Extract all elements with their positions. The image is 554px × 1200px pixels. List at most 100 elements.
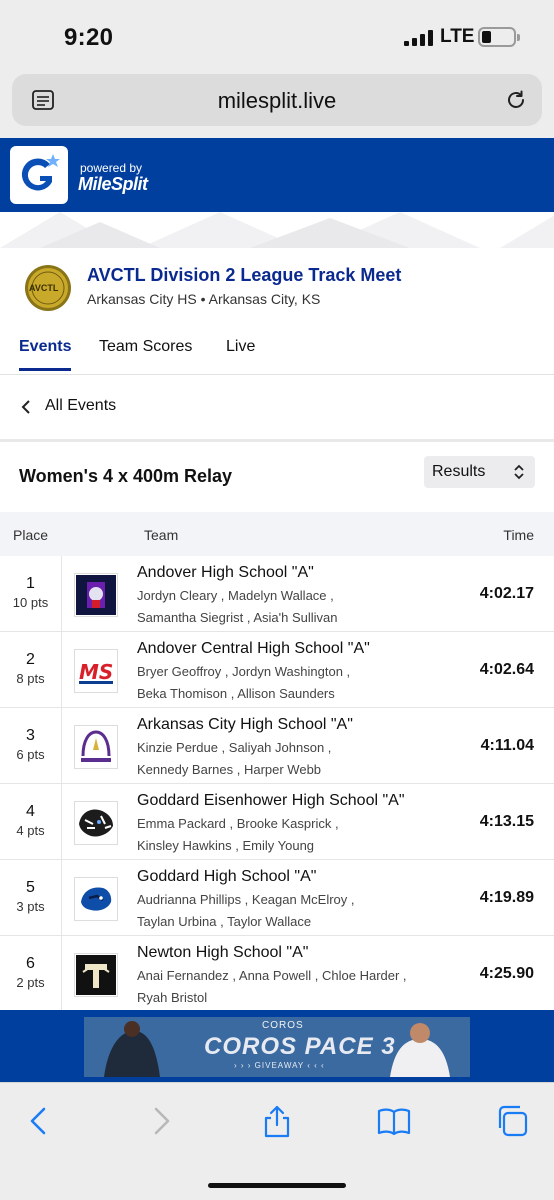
team-name[interactable]: Newton High School "A" xyxy=(137,944,308,962)
view-select-value: Results xyxy=(432,463,486,480)
athletes-line: Ryah Bristol xyxy=(137,990,208,1005)
status-bar: 9:20 LTE xyxy=(0,0,554,70)
reload-icon[interactable] xyxy=(504,88,528,112)
place-number: 1 xyxy=(26,575,35,592)
chevron-left-icon xyxy=(21,400,30,414)
team-name[interactable]: Arkansas City High School "A" xyxy=(137,716,353,734)
meet-location: Arkansas City HS • Arkansas City, KS xyxy=(87,291,321,307)
tab-team-scores[interactable]: Team Scores xyxy=(99,338,192,356)
ad-strip: COROS COROS PACE 3 › › › GIVEAWAY ‹ ‹ ‹ xyxy=(0,1010,554,1082)
battery-icon xyxy=(478,27,520,47)
points: 10 pts xyxy=(12,595,49,610)
team-name[interactable]: Goddard Eisenhower High School "A" xyxy=(137,792,405,810)
brand-header: powered by MileSplit xyxy=(0,138,554,212)
athletes-line: Jordyn Cleary , Madelyn Wallace , xyxy=(137,588,334,603)
team-name[interactable]: Andover High School "A" xyxy=(137,564,314,582)
athletes-line: Emma Packard , Brooke Kasprick , xyxy=(137,816,339,831)
forward-icon[interactable] xyxy=(142,1103,178,1139)
select-arrows-icon xyxy=(514,464,524,480)
avctl-logo-text: AVCTL xyxy=(29,283,59,293)
place-number: 2 xyxy=(26,651,35,668)
result-time: 4:25.90 xyxy=(479,965,534,982)
view-select[interactable]: Results xyxy=(424,456,535,488)
ad-brand: COROS xyxy=(262,1020,304,1031)
track-field-logo-icon xyxy=(74,725,118,769)
place-cell: 4 4 pts xyxy=(0,784,62,860)
milesplit-wordmark: MileSplit xyxy=(78,174,148,194)
ad-subtitle: › › › GIVEAWAY ‹ ‹ ‹ xyxy=(234,1061,325,1070)
signal-icon xyxy=(404,30,434,46)
browser-toolbar xyxy=(0,1082,554,1200)
svg-text:MS: MS xyxy=(79,660,113,684)
athletes-line: Anai Fernandez , Anna Powell , Chloe Har… xyxy=(137,968,407,983)
athletes-line: Audrianna Phillips , Keagan McElroy , xyxy=(137,892,355,907)
table-header: Place Team Time xyxy=(0,512,554,556)
athletes-line: Kennedy Barnes , Harper Webb xyxy=(137,762,322,777)
results-card: Women's 4 x 400m Relay Results Place Tea… xyxy=(0,442,554,1012)
bookmarks-icon[interactable] xyxy=(376,1103,412,1139)
network-label: LTE xyxy=(440,26,475,47)
event-title: Women's 4 x 400m Relay xyxy=(19,466,233,486)
result-time: 4:13.15 xyxy=(479,813,534,830)
table-row[interactable]: 4 4 pts Goddard Eisenhower High School "… xyxy=(0,784,554,860)
team-name[interactable]: Andover Central High School "A" xyxy=(137,640,370,658)
athletes-line: Beka Thomison , Allison Saunders xyxy=(137,686,335,701)
place-cell: 6 2 pts xyxy=(0,936,62,1012)
points: 4 pts xyxy=(16,823,45,838)
tabs-icon[interactable] xyxy=(494,1103,530,1139)
header-place: Place xyxy=(13,527,49,543)
ms-logo-icon: MS xyxy=(74,649,118,693)
table-row[interactable]: 5 3 pts Goddard High School "A" Audriann… xyxy=(0,860,554,936)
newton-logo-icon xyxy=(74,953,118,997)
athletes-line: Bryer Geoffroy , Jordyn Washington , xyxy=(137,664,351,679)
header-time: Time xyxy=(503,527,534,543)
place-number: 5 xyxy=(26,879,35,896)
home-indicator xyxy=(208,1183,346,1188)
milesplit-logo[interactable] xyxy=(10,146,68,204)
result-time: 4:02.64 xyxy=(479,661,534,678)
points: 6 pts xyxy=(16,747,45,762)
coros-ad-banner[interactable]: COROS COROS PACE 3 › › › GIVEAWAY ‹ ‹ ‹ xyxy=(84,1017,470,1077)
place-number: 4 xyxy=(26,803,35,820)
andover-logo-icon xyxy=(74,573,118,617)
panther-logo-icon xyxy=(74,877,118,921)
all-events-link[interactable]: All Events xyxy=(0,375,554,439)
decorative-pattern xyxy=(0,212,554,248)
place-number: 6 xyxy=(26,955,35,972)
address-bar[interactable]: milesplit.live xyxy=(12,74,542,126)
all-events-label: All Events xyxy=(45,397,117,414)
place-cell: 5 3 pts xyxy=(0,860,62,936)
result-time: 4:11.04 xyxy=(480,737,534,754)
share-icon[interactable] xyxy=(259,1103,295,1139)
athletes-line: Kinsley Hawkins , Emily Young xyxy=(137,838,315,853)
points: 3 pts xyxy=(16,899,45,914)
table-row[interactable]: 6 2 pts Newton High School "A" Anai Fern… xyxy=(0,936,554,1012)
tab-live[interactable]: Live xyxy=(226,338,255,356)
header-team: Team xyxy=(144,527,179,543)
result-time: 4:02.17 xyxy=(479,585,534,602)
result-time: 4:19.89 xyxy=(479,889,534,906)
points: 8 pts xyxy=(16,671,45,686)
place-number: 3 xyxy=(26,727,35,744)
athletes-line: Samantha Siegrist , Asia'h Sullivan xyxy=(137,610,338,625)
tab-events[interactable]: Events xyxy=(19,338,71,356)
status-time: 9:20 xyxy=(64,24,114,51)
points: 2 pts xyxy=(16,975,45,990)
table-row[interactable]: 1 10 pts Andover High School "A" Jordyn … xyxy=(0,556,554,632)
browser-url-area: milesplit.live xyxy=(0,70,554,138)
place-cell: 1 10 pts xyxy=(0,556,62,632)
milesplit-g-icon xyxy=(21,154,60,191)
athletes-line: Kinzie Perdue , Saliyah Johnson , xyxy=(137,740,332,755)
url-text[interactable]: milesplit.live xyxy=(12,88,542,114)
athletes-line: Taylan Urbina , Taylor Wallace xyxy=(137,914,312,929)
back-icon[interactable] xyxy=(22,1103,58,1139)
place-cell: 2 8 pts xyxy=(0,632,62,708)
active-tab-indicator xyxy=(19,368,71,371)
ad-title: COROS PACE 3 xyxy=(204,1033,396,1060)
meet-title: AVCTL Division 2 League Track Meet xyxy=(87,265,402,285)
tiger-logo-icon xyxy=(74,801,118,845)
table-row[interactable]: 2 8 pts MS Andover Central High School "… xyxy=(0,632,554,708)
team-name[interactable]: Goddard High School "A" xyxy=(137,868,316,886)
meet-header: AVCTL AVCTL Division 2 League Track Meet… xyxy=(0,248,554,374)
table-row[interactable]: 3 6 pts Arkansas City High School "A" Ki… xyxy=(0,708,554,784)
